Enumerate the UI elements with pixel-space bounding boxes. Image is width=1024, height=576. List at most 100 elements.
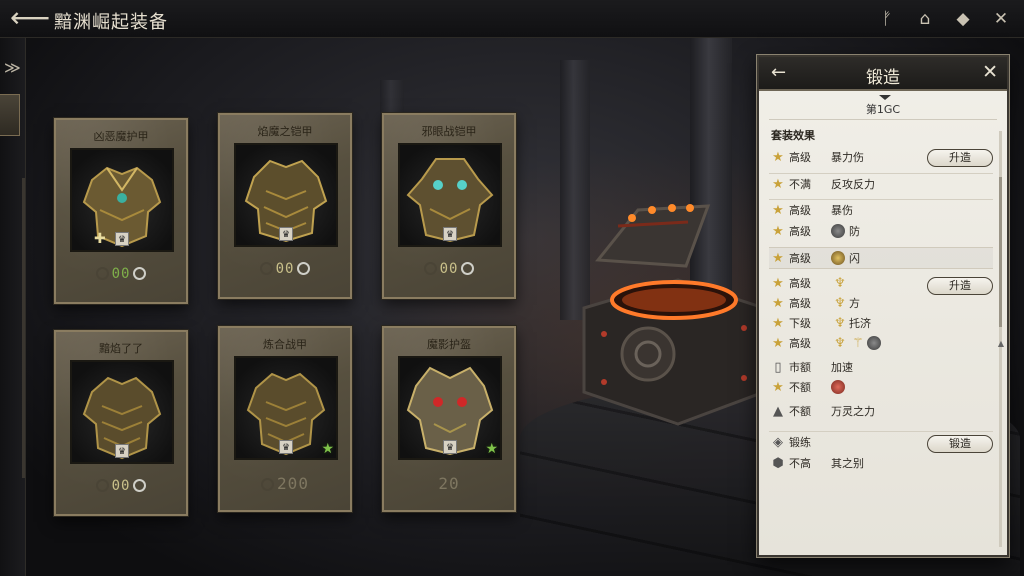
card-value: 00 xyxy=(56,478,186,494)
star-icon: ★ xyxy=(485,441,498,457)
sidebar-scrollbar[interactable] xyxy=(22,178,25,478)
card-name: 炼合战甲 xyxy=(263,338,307,351)
armor-image: ♛ xyxy=(398,143,502,247)
equipment-card[interactable]: 黯焰了了 ♛ 00 xyxy=(54,330,188,516)
pyramid-icon: ▲ xyxy=(773,404,783,419)
effect-row: ⬢ 不高 其之别 xyxy=(769,453,993,475)
diamond-icon: ◈ xyxy=(773,435,783,450)
divider xyxy=(769,119,997,120)
gem-icon: ⬢ xyxy=(772,456,784,471)
page-title: 黯渊崛起装备 xyxy=(54,12,168,33)
armor-image: ♛ ★ xyxy=(398,356,502,460)
lamp-icon: ♆ xyxy=(834,276,846,291)
equipment-card[interactable]: 炼合战甲 ♛ ★ 200 xyxy=(218,326,352,512)
panel-title: 锻造 xyxy=(866,68,900,88)
stat-token-icon xyxy=(831,251,845,265)
card-value: 00 xyxy=(384,261,514,277)
star-icon: ★ xyxy=(772,203,784,218)
lamp-icon: ♆ xyxy=(834,316,846,331)
equipment-card[interactable]: 凶恶魔护甲 ✚ ♛ 00 xyxy=(54,118,188,304)
bird-icon: ⚚ xyxy=(852,336,864,351)
left-sidebar: ≫ xyxy=(0,38,26,576)
effect-row: ★ 高级 暴伤 xyxy=(769,199,993,221)
top-icon-group: ᚠ ⌂ ◆ ✕ xyxy=(876,8,1012,30)
armor-image: ♛ xyxy=(70,360,174,464)
card-name: 邪眼战铠甲 xyxy=(421,125,477,138)
card-name: 黯焰了了 xyxy=(99,342,143,355)
caret-down-icon xyxy=(879,95,891,100)
upgrade-button[interactable]: 升造 xyxy=(927,149,993,167)
currency-ring-icon xyxy=(461,262,475,275)
effect-row: ▯ 市额 加速 xyxy=(769,357,993,379)
card-name: 魔影护盔 xyxy=(427,338,471,351)
stat-token-icon xyxy=(831,224,845,238)
lamp-icon: ♆ xyxy=(834,296,846,311)
rank-badge-icon: ♛ xyxy=(279,440,293,454)
close-icon[interactable]: ✕ xyxy=(982,61,998,83)
forge-panel: ← 锻造 ✕ 第1GC 套装效果 ★ 高级 暴力伤 升造 ★ 不满 反攻反力 ★ 高级 暴伤… xyxy=(757,55,1009,557)
star-icon: ★ xyxy=(772,177,784,192)
armor-image: ✚ ♛ xyxy=(70,148,174,252)
panel-header: ← 锻造 ✕ xyxy=(759,57,1007,91)
star-icon: ★ xyxy=(772,316,784,331)
scroll-icon: ▯ xyxy=(774,360,782,375)
star-icon: ★ xyxy=(772,336,784,351)
currency-ring-icon xyxy=(423,262,437,275)
academy-icon[interactable]: ⌂ xyxy=(914,8,936,30)
effect-row: ★ 高级闪 xyxy=(769,247,993,269)
star-icon: ★ xyxy=(772,380,784,395)
card-value: 00 xyxy=(220,261,350,277)
currency-ring-icon xyxy=(133,479,147,492)
effect-row: ★ 下级 ♆ 托济 xyxy=(769,313,993,335)
card-name: 凶恶魔护甲 xyxy=(93,130,149,143)
currency-ring-icon xyxy=(133,267,147,280)
rank-badge-icon: ♛ xyxy=(115,444,129,458)
top-bar: ⟵ 黯渊崛起装备 ᚠ ⌂ ◆ ✕ xyxy=(0,0,1024,38)
currency-ring-icon xyxy=(297,262,311,275)
star-icon: ★ xyxy=(772,224,784,239)
effect-row: ★ 不满 反攻反力 xyxy=(769,173,993,195)
plus-icon: ✚ xyxy=(94,231,106,247)
rank-badge-icon: ♛ xyxy=(115,232,129,246)
forge-button[interactable]: 锻造 xyxy=(927,435,993,453)
armor-image: ♛ ★ xyxy=(234,356,338,460)
rune-icon[interactable]: ᚠ xyxy=(876,8,898,30)
effect-row: ★ 高级防 xyxy=(769,221,993,243)
card-name: 焰魔之铠甲 xyxy=(257,125,313,138)
expand-icon[interactable]: ≫ xyxy=(4,58,21,77)
effect-row: ▲ 不额 万灵之力 xyxy=(769,401,993,423)
rank-badge-icon: ♛ xyxy=(279,227,293,241)
equipment-card[interactable]: 魔影护盔 ♛ ★ 20 xyxy=(382,326,516,512)
currency-ring-icon xyxy=(261,478,275,491)
effect-row: ★ 不额 xyxy=(769,377,993,399)
effect-row: ★ 高级 ♆ ⚚ xyxy=(769,333,993,355)
sidebar-tab[interactable] xyxy=(0,94,20,136)
rank-badge-icon: ♛ xyxy=(443,227,457,241)
effect-row: ★ 高级 ♆ 方 xyxy=(769,293,993,315)
scroll-down-icon[interactable]: ▲ xyxy=(998,339,1004,348)
currency-ring-icon xyxy=(95,267,109,280)
currency-ring-icon xyxy=(95,479,109,492)
stat-token-icon xyxy=(867,336,881,350)
panel-subtitle: 第1GC xyxy=(865,103,901,116)
rank-badge-icon: ♛ xyxy=(443,440,457,454)
star-icon: ★ xyxy=(772,296,784,311)
stat-token-icon xyxy=(831,380,845,394)
scroll-thumb[interactable] xyxy=(999,177,1002,327)
star-icon: ★ xyxy=(321,441,334,457)
close-icon[interactable]: ✕ xyxy=(990,8,1012,30)
armor-image: ♛ xyxy=(234,143,338,247)
cube-icon[interactable]: ◆ xyxy=(952,8,974,30)
section-title: 套装效果 xyxy=(771,129,815,142)
star-icon: ★ xyxy=(772,251,784,266)
equipment-card[interactable]: 邪眼战铠甲 ♛ 00 xyxy=(382,113,516,299)
equipment-card[interactable]: 焰魔之铠甲 ♛ 00 xyxy=(218,113,352,299)
star-icon: ★ xyxy=(772,276,784,291)
card-value: 200 xyxy=(220,474,350,493)
star-icon: ★ xyxy=(772,150,784,165)
back-arrow-icon[interactable]: ⟵ xyxy=(10,4,50,34)
lamp-icon: ♆ xyxy=(834,336,846,351)
card-value: 00 xyxy=(56,266,186,282)
currency-ring-icon xyxy=(259,262,273,275)
forge-chest[interactable] xyxy=(578,196,766,428)
